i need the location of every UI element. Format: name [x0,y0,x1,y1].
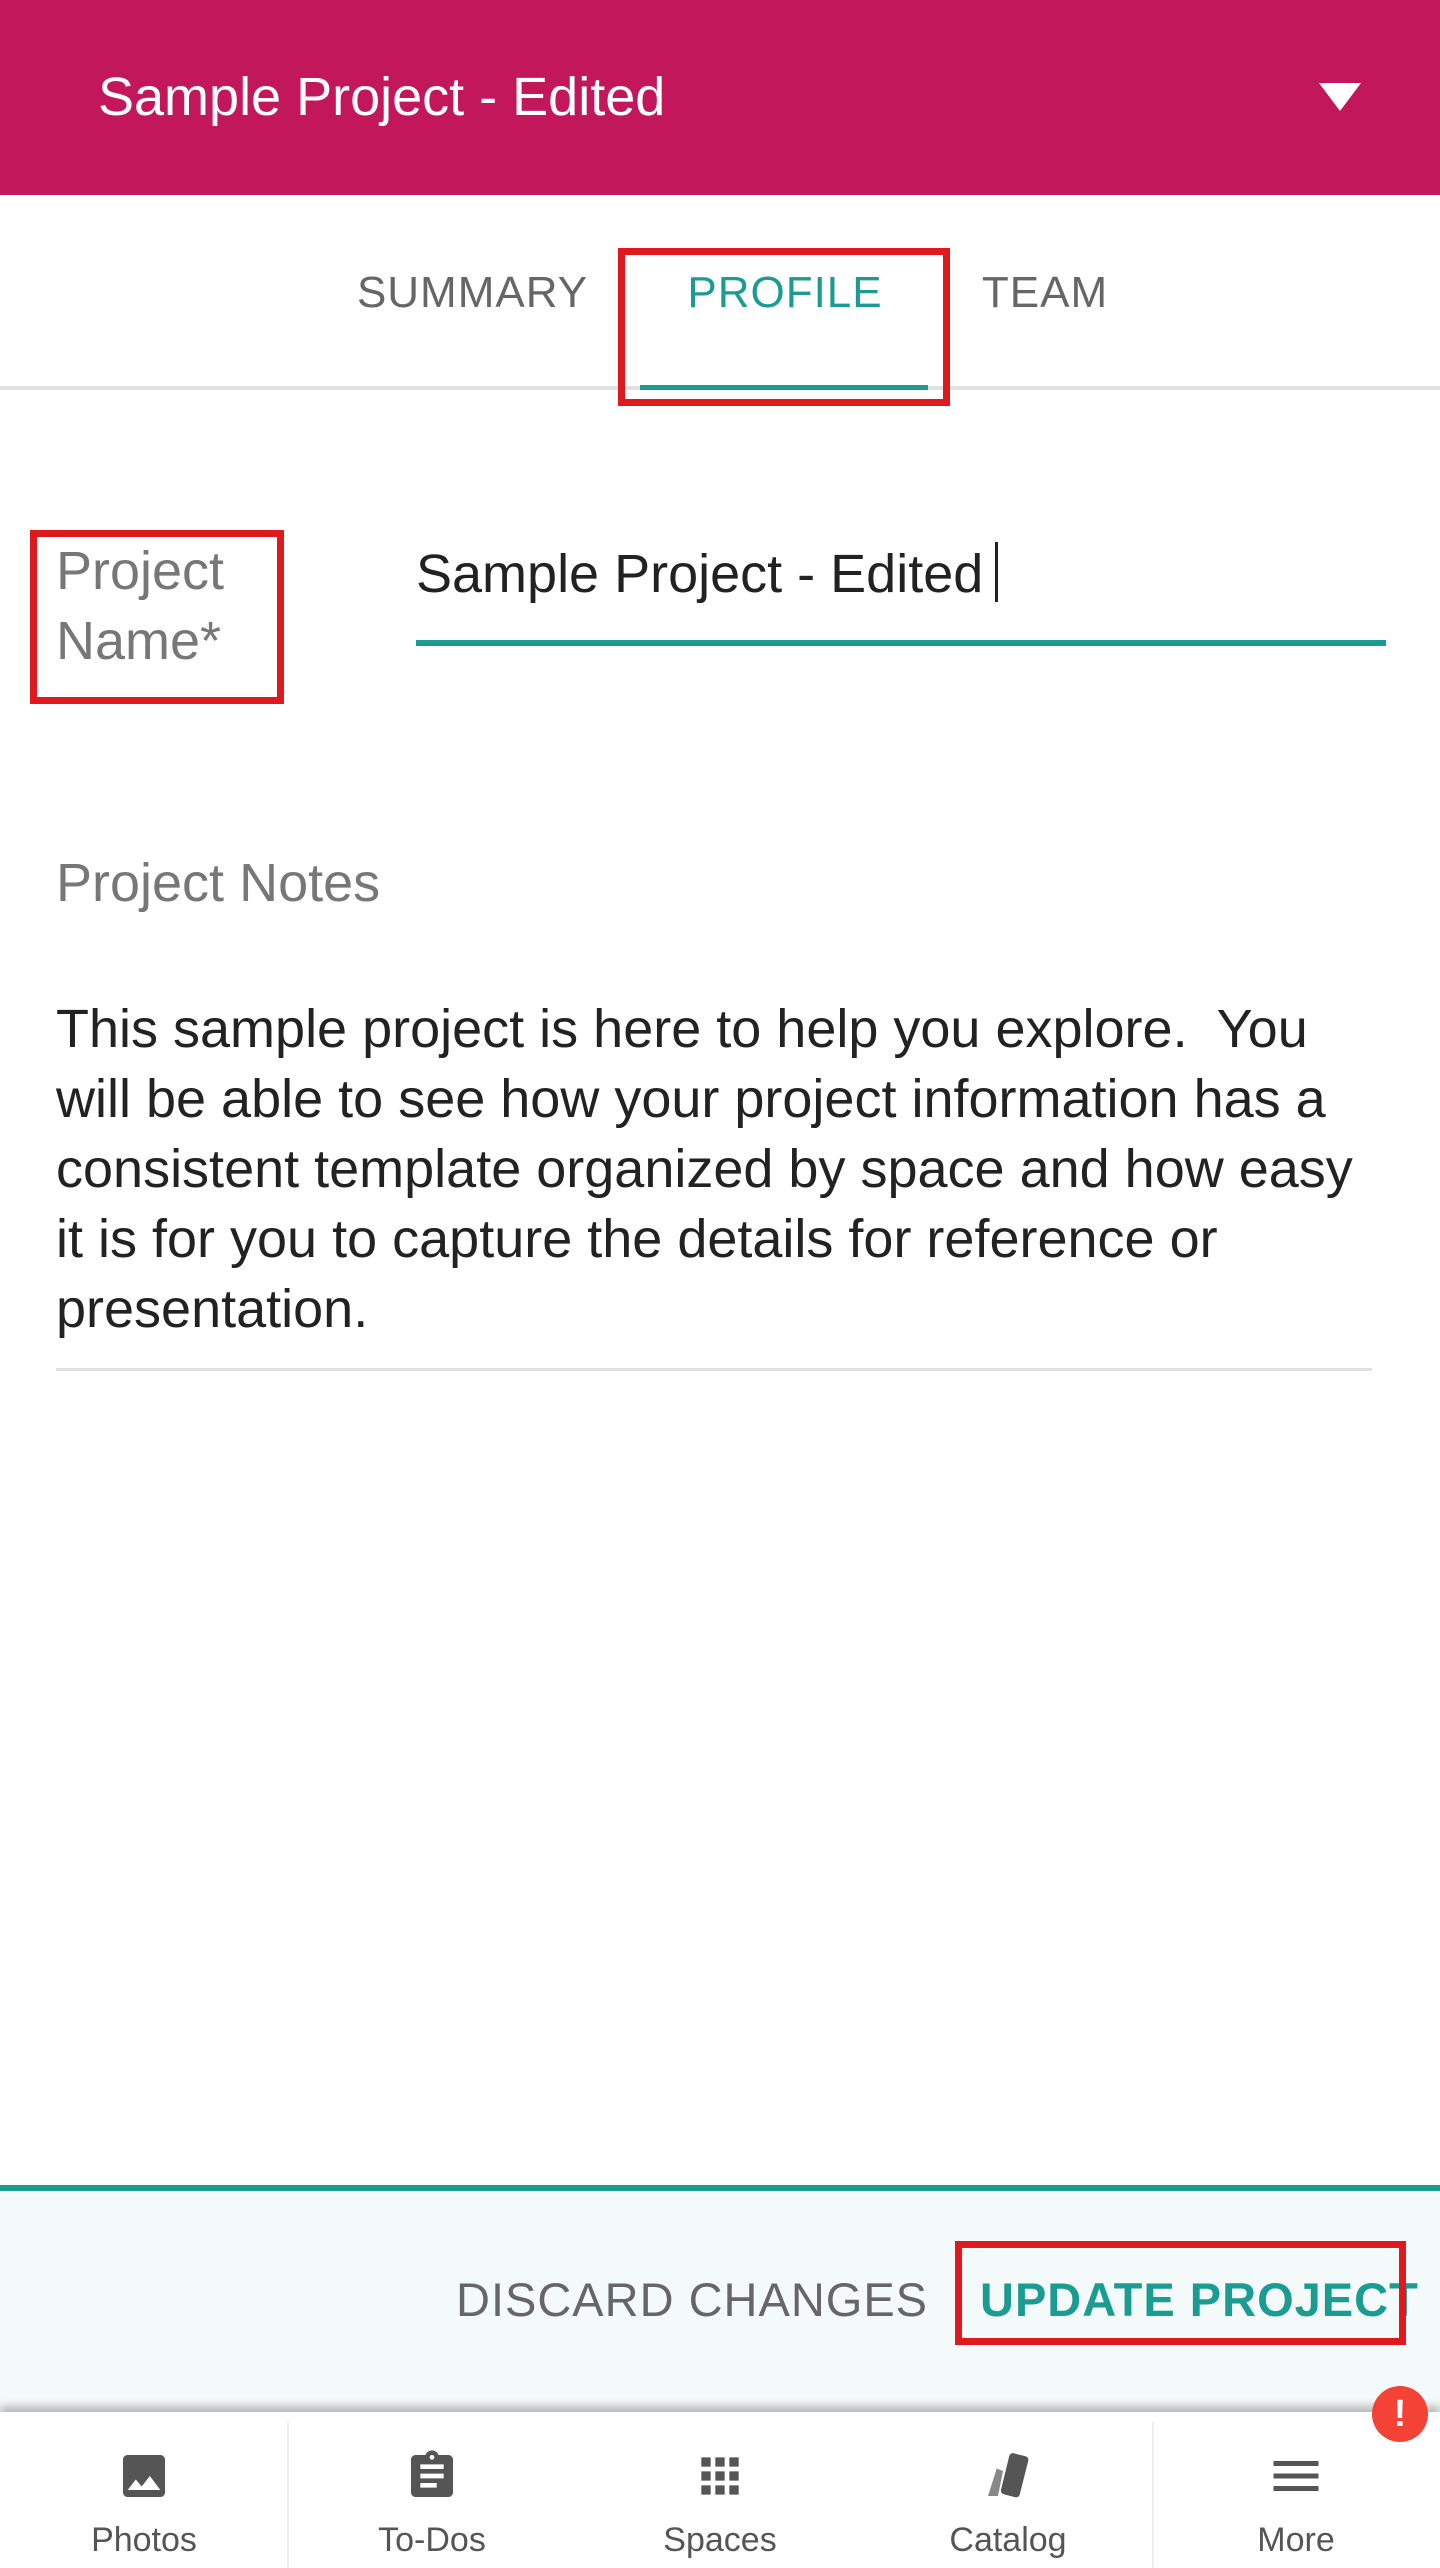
nav-photos-label: Photos [91,2521,197,2559]
tab-summary[interactable]: SUMMARY [340,195,605,390]
active-tab-indicator [640,385,928,390]
project-name-input[interactable]: Sample Project - Edited [416,536,1386,646]
image-icon [114,2446,174,2506]
tab-bar: SUMMARY PROFILE TEAM [0,195,1440,390]
bottom-navigation: Photos To-Dos Spaces Catalog More [0,2412,1440,2568]
project-notes-input[interactable]: This sample project is here to help you … [56,994,1376,1344]
menu-icon [1266,2446,1326,2506]
project-name-label: Project Name* [56,541,225,671]
update-project-button[interactable]: UPDATE PROJECT [980,2270,1419,2330]
tab-team[interactable]: TEAM [960,195,1130,390]
app-bar: Sample Project - Edited [0,0,1440,195]
swatch-icon [978,2446,1038,2506]
grid-icon [690,2446,750,2506]
alert-badge: ! [1372,2386,1428,2442]
project-notes-label: Project Notes [56,853,381,913]
clipboard-icon [402,2446,462,2506]
nav-catalog-label: Catalog [949,2521,1067,2559]
triangle-down-icon [1319,83,1361,111]
nav-more-label: More [1257,2521,1335,2559]
tab-profile[interactable]: PROFILE [640,195,930,390]
project-notes-underline [56,1368,1372,1371]
project-name-value: Sample Project - Edited [416,536,999,612]
text-cursor [995,542,999,602]
nav-spaces[interactable]: Spaces [576,2412,864,2568]
nav-catalog[interactable]: Catalog [864,2412,1152,2568]
nav-photos[interactable]: Photos [0,2412,288,2568]
project-dropdown-button[interactable] [1300,62,1380,132]
nav-spaces-label: Spaces [663,2521,777,2559]
nav-todos-label: To-Dos [378,2521,486,2559]
nav-todos[interactable]: To-Dos [288,2412,576,2568]
project-title: Sample Project - Edited [98,67,666,127]
discard-changes-button[interactable]: DISCARD CHANGES [456,2270,928,2330]
